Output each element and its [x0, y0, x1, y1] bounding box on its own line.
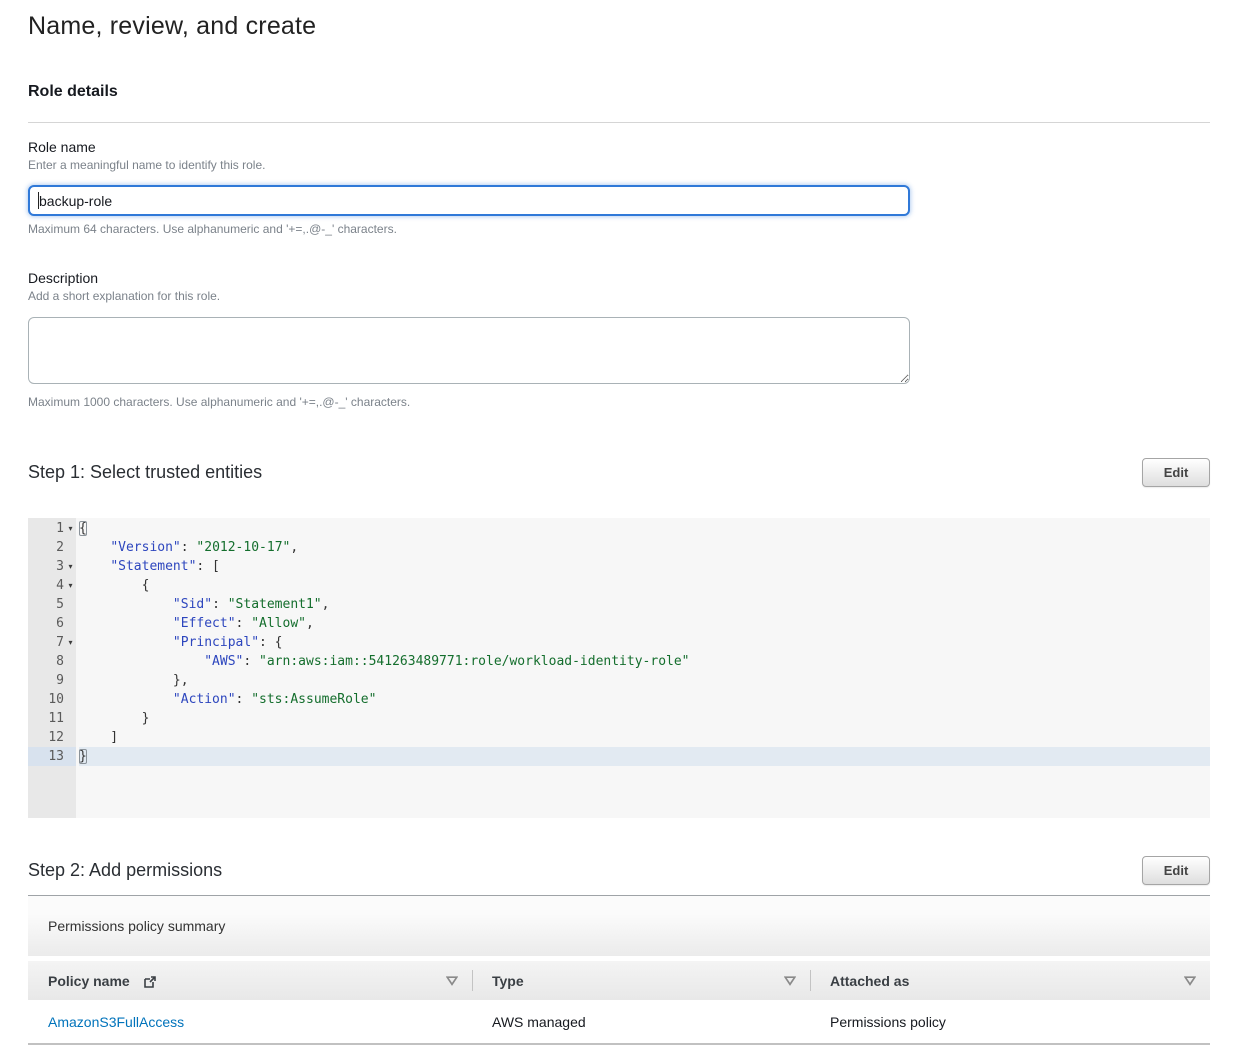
fold-caret-icon[interactable]: ▾: [65, 557, 76, 576]
step2-heading: Step 2: Add permissions: [28, 860, 222, 881]
column-header-policy-name[interactable]: Policy name: [28, 961, 472, 1000]
line-number: 3▾: [28, 557, 76, 576]
code-line: "Principal": {: [79, 633, 1210, 652]
line-number: 4▾: [28, 576, 76, 595]
line-number: 6: [28, 614, 76, 633]
policy-table-header: Policy nameTypeAttached as: [28, 961, 1210, 1000]
line-number: 5: [28, 595, 76, 614]
description-hint: Add a short explanation for this role.: [28, 289, 1210, 303]
role-name-hint: Enter a meaningful name to identify this…: [28, 158, 1210, 172]
policy-type-cell: AWS managed: [472, 1014, 810, 1030]
code-line: "Action": "sts:AssumeRole": [79, 690, 1210, 709]
sort-icon: [446, 976, 458, 986]
step1-edit-button[interactable]: Edit: [1142, 458, 1210, 487]
policy-name-link[interactable]: AmazonS3FullAccess: [48, 1014, 184, 1030]
line-number: 9: [28, 671, 76, 690]
line-number: 11: [28, 709, 76, 728]
trust-policy-json-editor[interactable]: 1▾23▾4▾567▾8910111213 { "Version": "2012…: [28, 518, 1210, 818]
code-line: },: [79, 671, 1210, 690]
step2-edit-button[interactable]: Edit: [1142, 856, 1210, 885]
code-line: {: [79, 576, 1210, 595]
attached-as-cell: Permissions policy: [810, 1014, 1210, 1030]
role-details-heading: Role details: [28, 83, 1210, 101]
editor-code-area: { "Version": "2012-10-17", "Statement": …: [76, 518, 1210, 818]
code-line: ]: [79, 728, 1210, 747]
line-number: 2: [28, 538, 76, 557]
code-line: "Version": "2012-10-17",: [79, 538, 1210, 557]
line-number: 7▾: [28, 633, 76, 652]
code-line: {: [79, 519, 1210, 538]
sort-icon: [784, 976, 796, 986]
external-link-icon: [143, 975, 157, 989]
role-name-label: Role name: [28, 139, 1210, 155]
divider: [28, 122, 1210, 123]
permissions-summary-panel: Permissions policy summary: [28, 895, 1210, 956]
description-label: Description: [28, 270, 1210, 286]
line-number: 10: [28, 690, 76, 709]
column-header-attached-as[interactable]: Attached as: [810, 961, 1210, 1000]
code-line: "Effect": "Allow",: [79, 614, 1210, 633]
line-number: 13: [28, 747, 76, 766]
policy-table: Policy nameTypeAttached as AmazonS3FullA…: [28, 961, 1210, 1045]
role-name-input[interactable]: [28, 185, 910, 216]
step1-heading: Step 1: Select trusted entities: [28, 462, 262, 483]
description-textarea[interactable]: [28, 317, 910, 384]
line-number: 8: [28, 652, 76, 671]
page-title: Name, review, and create: [28, 12, 1210, 41]
role-name-constraint: Maximum 64 characters. Use alphanumeric …: [28, 222, 1210, 236]
code-line: "Statement": [: [79, 557, 1210, 576]
fold-caret-icon[interactable]: ▾: [65, 633, 76, 652]
text-caret: [38, 192, 39, 209]
permissions-summary-title: Permissions policy summary: [28, 918, 225, 934]
code-line: }: [79, 747, 1210, 766]
code-line: }: [79, 709, 1210, 728]
line-number: 1▾: [28, 519, 76, 538]
table-row: AmazonS3FullAccess AWS managedPermissions…: [28, 1000, 1210, 1045]
code-line: "Sid": "Statement1",: [79, 595, 1210, 614]
fold-caret-icon[interactable]: ▾: [65, 519, 76, 538]
fold-caret-icon[interactable]: ▾: [65, 576, 76, 595]
policy-table-body: AmazonS3FullAccess AWS managedPermissions…: [28, 1000, 1210, 1045]
column-header-type[interactable]: Type: [472, 961, 810, 1000]
code-line: "AWS": "arn:aws:iam::541263489771:role/w…: [79, 652, 1210, 671]
line-number: 12: [28, 728, 76, 747]
editor-gutter: 1▾23▾4▾567▾8910111213: [28, 518, 76, 818]
description-constraint: Maximum 1000 characters. Use alphanumeri…: [28, 395, 1210, 409]
sort-icon: [1184, 976, 1196, 986]
